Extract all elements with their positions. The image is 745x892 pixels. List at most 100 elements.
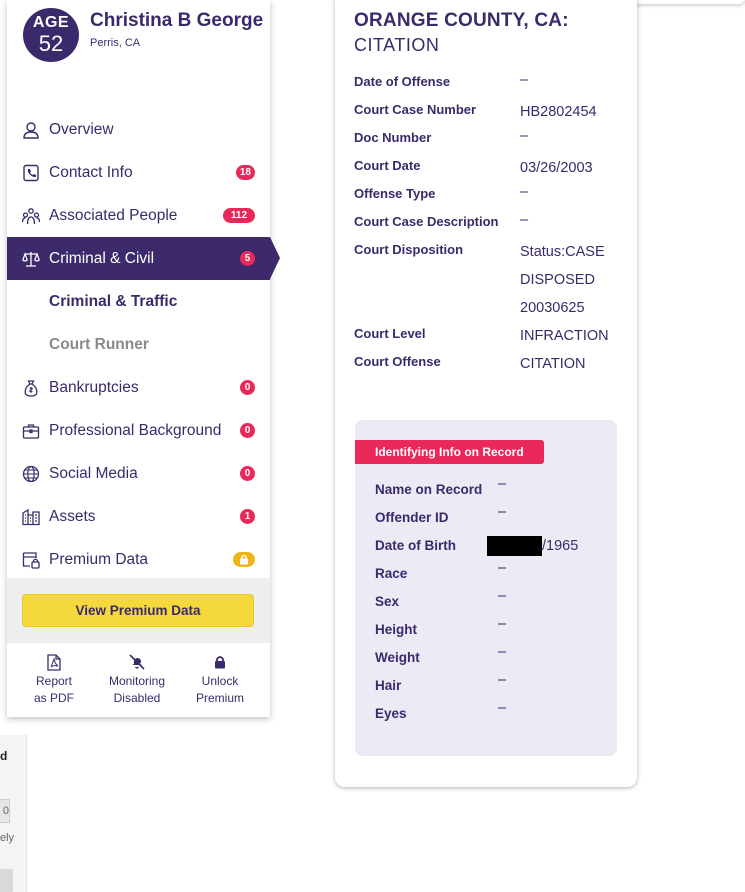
count-badge: 0	[240, 466, 255, 481]
premium-promo: View Premium Data	[7, 578, 270, 643]
money-bag-icon	[21, 378, 41, 398]
briefcase-icon	[21, 421, 41, 441]
field-label: Date of Birth	[375, 538, 456, 553]
sidebar-item-label: Assets	[49, 507, 96, 525]
sidebar-item-label: Professional Background	[49, 421, 222, 439]
field-label: Name on Record	[375, 482, 483, 497]
sidebar-item-overview[interactable]: Overview	[7, 108, 270, 151]
phone-icon	[21, 163, 41, 183]
fragment-text: d	[0, 749, 8, 763]
field-value: –	[498, 504, 507, 520]
field-value: –	[520, 128, 529, 144]
sidebar-item-contact-info[interactable]: Contact Info 18	[7, 151, 270, 194]
monitoring-button[interactable]: Monitoring Disabled	[97, 652, 177, 707]
field-value: Status:CASE DISPOSED 20030625	[520, 244, 605, 316]
footer-label: as PDF	[33, 691, 74, 705]
sidebar-item-premium-data[interactable]: Premium Data	[7, 538, 270, 581]
field-label: Doc Number	[354, 130, 432, 145]
unlock-premium-button[interactable]: Unlock Premium	[180, 652, 260, 707]
scales-icon	[21, 249, 41, 269]
record-fields: Date of Offense – Court Case Number HB28…	[354, 72, 629, 382]
field-row: Date of Birth /1965	[375, 536, 615, 566]
field-row: Sex –	[375, 588, 615, 622]
fragment-button	[0, 869, 13, 892]
field-label: Court Offense	[354, 354, 441, 369]
count-badge: 5	[240, 251, 255, 266]
buildings-icon	[21, 507, 41, 527]
redaction-block	[487, 536, 542, 556]
record-subtitle: CITATION	[354, 35, 440, 55]
field-value: –	[520, 212, 529, 228]
sidebar-item-label: Social Media	[49, 464, 138, 482]
field-value: –	[498, 672, 507, 688]
field-row: Eyes –	[375, 700, 615, 734]
field-value: /1965	[542, 538, 579, 554]
identifying-info-tag: Identifying Info on Record	[355, 440, 544, 464]
footer-label: Report	[35, 674, 73, 688]
field-label: Court Disposition	[354, 242, 464, 257]
field-value: INFRACTION	[520, 328, 609, 344]
profile-header: AGE 52 Christina B George Perris, CA	[7, 0, 270, 80]
age-badge: AGE 52	[23, 8, 79, 62]
count-badge: 112	[223, 208, 255, 223]
field-label: Court Case Number	[354, 102, 477, 117]
sidebar-item-criminal-civil[interactable]: Criminal & Civil 5	[7, 237, 280, 280]
age-label: AGE	[32, 14, 70, 31]
sidebar-item-label: Criminal & Civil	[49, 249, 155, 267]
footer-label: Monitoring	[108, 674, 166, 688]
pdf-icon	[14, 652, 94, 672]
field-row: Race –	[375, 560, 615, 594]
date-of-birth-value: /1965	[487, 536, 578, 556]
field-row: Court Offense CITATION	[354, 354, 629, 382]
lock-icon	[233, 552, 255, 567]
sidebar-item-label: Bankruptcies	[49, 378, 139, 396]
view-premium-data-button[interactable]: View Premium Data	[22, 594, 254, 627]
footer-label: Disabled	[113, 691, 161, 705]
field-value: –	[520, 184, 529, 200]
sidebar-footer-actions: Report as PDF Monitoring Disabled Unlock…	[7, 652, 270, 712]
lock-icon	[180, 652, 260, 672]
identifying-info-panel: Identifying Info on Record Name on Recor…	[355, 420, 617, 756]
sub-item-criminal-traffic[interactable]: Criminal & Traffic	[7, 280, 270, 323]
count-badge: 0	[240, 423, 255, 438]
report-as-pdf-button[interactable]: Report as PDF	[14, 652, 94, 707]
field-row: Name on Record –	[375, 476, 615, 510]
field-label: Sex	[375, 594, 400, 609]
sidebar-item-bankruptcies[interactable]: Bankruptcies 0	[7, 366, 270, 409]
field-value: –	[498, 644, 507, 660]
sidebar-nav: Overview Contact Info 18 Associated Peop…	[7, 108, 280, 581]
age-value: 52	[38, 31, 64, 56]
count-badge: 0	[240, 380, 255, 395]
identifying-fields: Name on Record – Offender ID – Date of B…	[375, 476, 615, 734]
field-value: –	[498, 560, 507, 576]
record-title: ORANGE COUNTY, CA:	[354, 10, 569, 31]
record-card: ORANGE COUNTY, CA: CITATION Date of Offe…	[335, 0, 637, 787]
field-label: Eyes	[375, 706, 407, 721]
background-panel-fragment: d 0 ely	[0, 735, 27, 892]
sidebar-item-professional-background[interactable]: Professional Background 0	[7, 409, 270, 452]
premium-data-icon	[21, 550, 41, 570]
field-value: –	[498, 700, 507, 716]
count-badge: 18	[235, 165, 255, 180]
person-location: Perris, CA	[90, 37, 141, 49]
field-value: –	[498, 588, 507, 604]
person-icon	[21, 120, 41, 140]
sidebar-item-social-media[interactable]: Social Media 0	[7, 452, 270, 495]
sidebar-item-associated-people[interactable]: Associated People 112	[7, 194, 270, 237]
field-label: Court Date	[354, 158, 421, 173]
field-label: Weight	[375, 650, 420, 665]
footer-label: Unlock	[201, 674, 239, 688]
field-label: Date of Offense	[354, 74, 451, 89]
field-label: Race	[375, 566, 408, 581]
sidebar-item-assets[interactable]: Assets 1	[7, 495, 270, 538]
globe-icon	[21, 464, 41, 484]
field-row: Weight –	[375, 644, 615, 678]
field-row: Height –	[375, 616, 615, 650]
footer-label: Premium	[195, 691, 244, 705]
fragment-text: ely	[0, 832, 15, 844]
sub-item-court-runner[interactable]: Court Runner	[7, 323, 270, 366]
fragment-field: 0	[0, 799, 10, 823]
person-name: Christina B George	[90, 10, 264, 31]
monitoring-disabled-icon	[97, 652, 177, 672]
count-badge: 1	[240, 509, 255, 524]
